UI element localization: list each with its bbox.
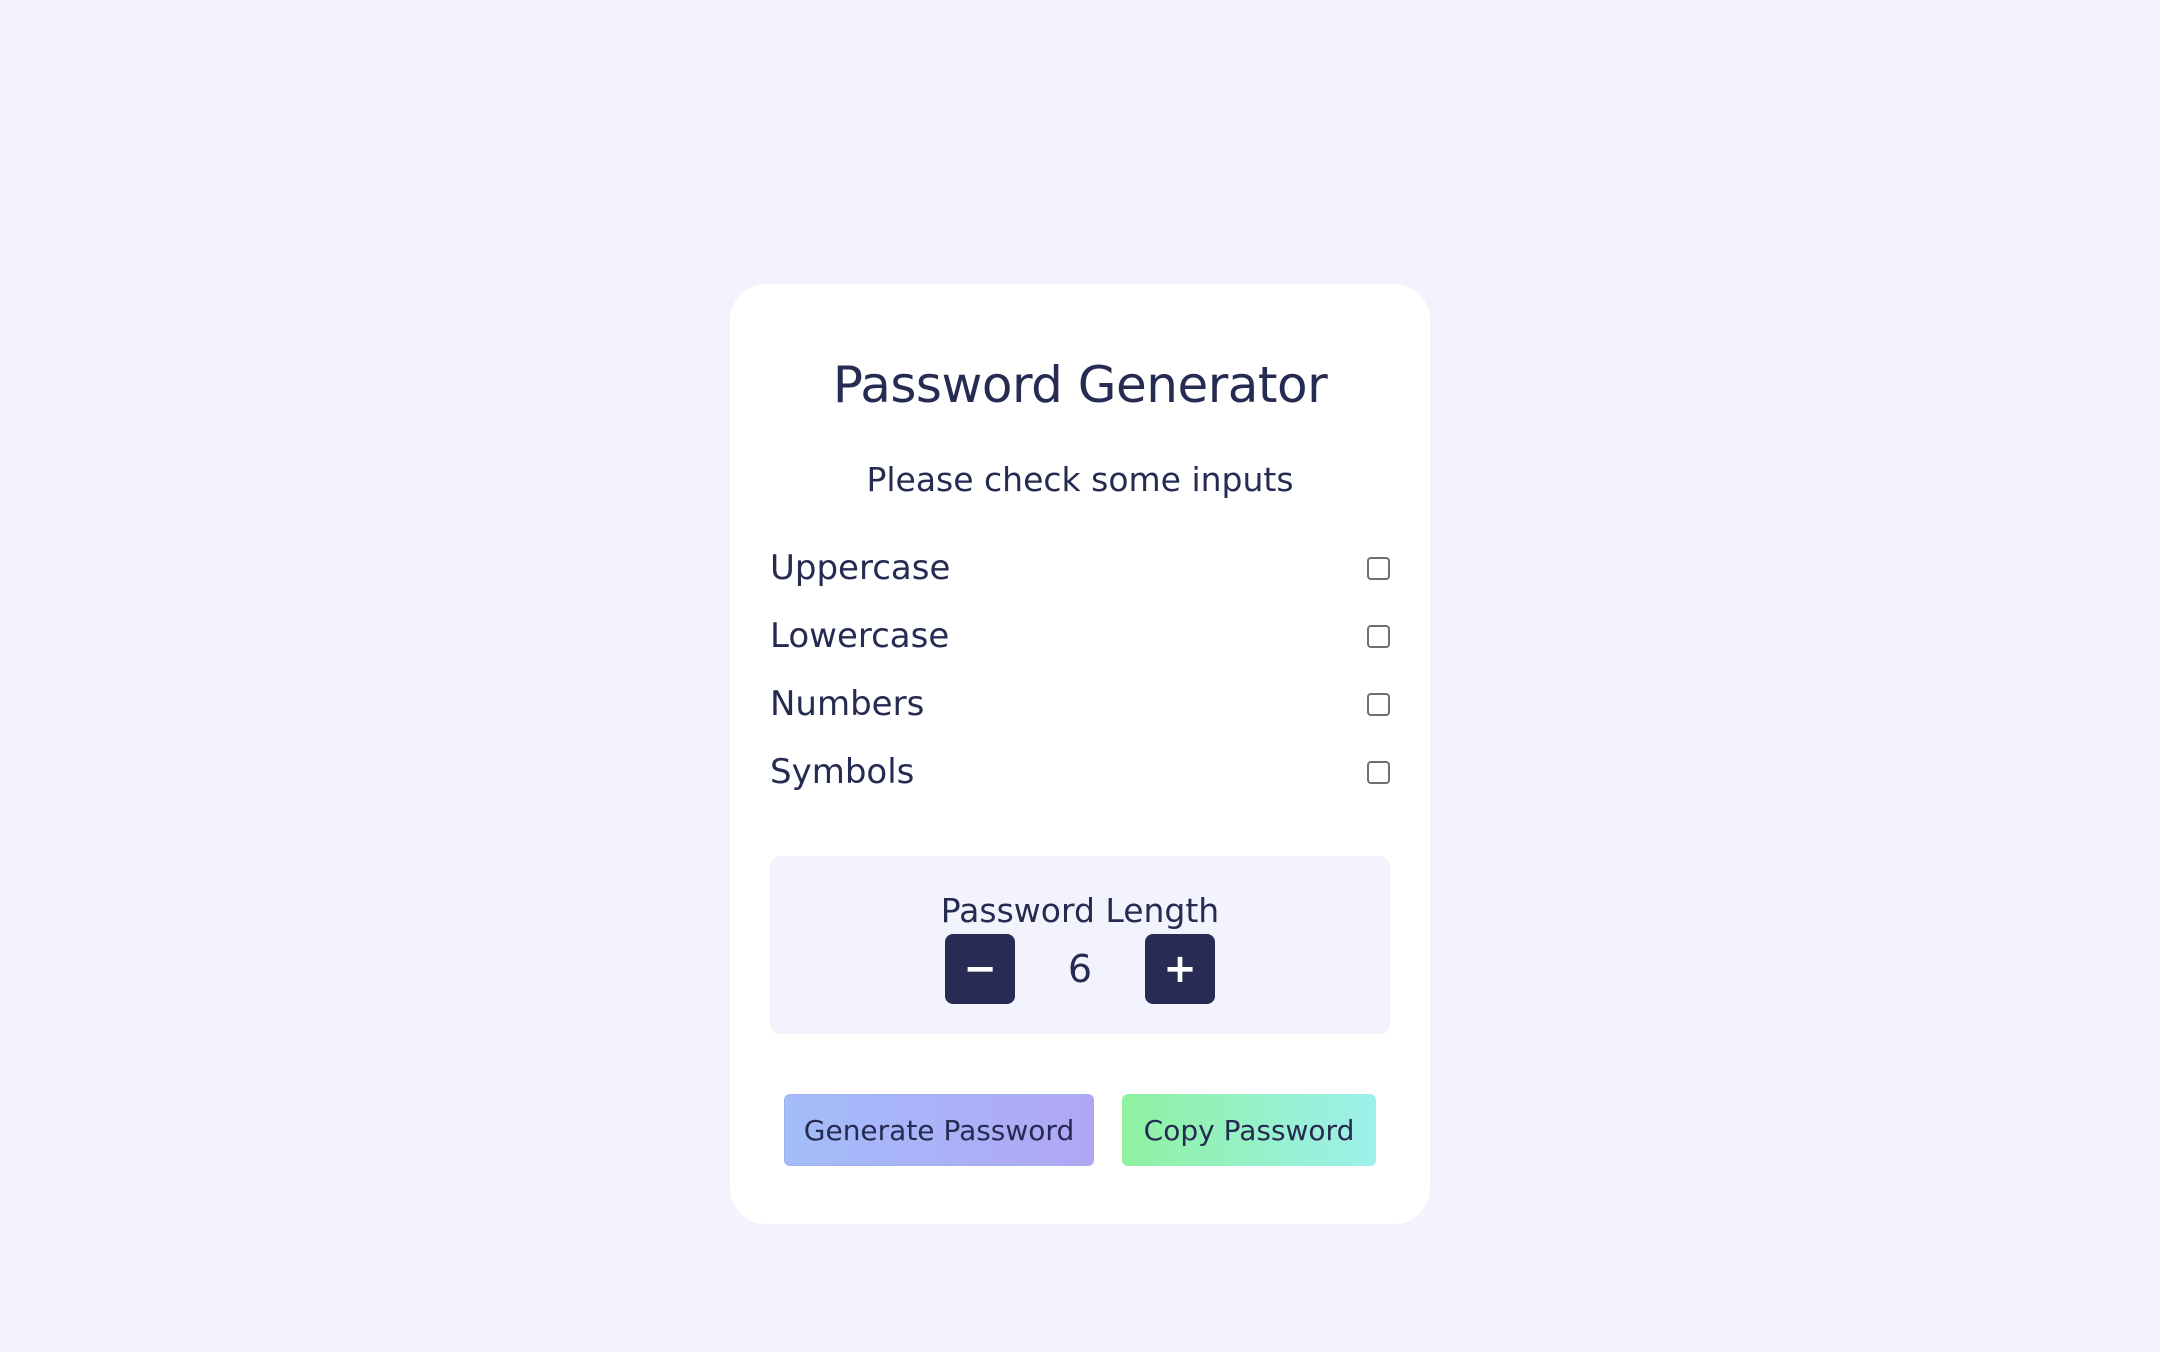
increase-length-button[interactable]: + [1145,934,1215,1004]
option-label-symbols: Symbols [770,752,915,792]
lowercase-checkbox[interactable] [1367,624,1390,648]
copy-password-button[interactable]: Copy Password [1122,1094,1376,1166]
option-label-uppercase: Uppercase [770,548,951,588]
page-title: Password Generator [832,356,1328,414]
option-uppercase: Uppercase [770,534,1390,602]
password-length-label: Password Length [940,891,1220,930]
password-generator-card: Password Generator Please check some inp… [730,284,1430,1224]
option-label-lowercase: Lowercase [770,616,950,656]
password-length-value: 6 [1067,947,1093,991]
status-message: Please check some inputs [866,460,1294,499]
password-length-panel: Password Length − 6 + [770,856,1390,1034]
uppercase-checkbox[interactable] [1367,556,1390,580]
option-lowercase: Lowercase [770,602,1390,670]
option-label-numbers: Numbers [770,684,925,724]
symbols-checkbox[interactable] [1367,760,1390,784]
option-numbers: Numbers [770,670,1390,738]
option-symbols: Symbols [770,738,1390,806]
generate-password-button[interactable]: Generate Password [784,1094,1094,1166]
numbers-checkbox[interactable] [1367,692,1390,716]
decrease-length-button[interactable]: − [945,934,1015,1004]
options-list: Uppercase Lowercase Numbers Symbols [770,534,1390,806]
